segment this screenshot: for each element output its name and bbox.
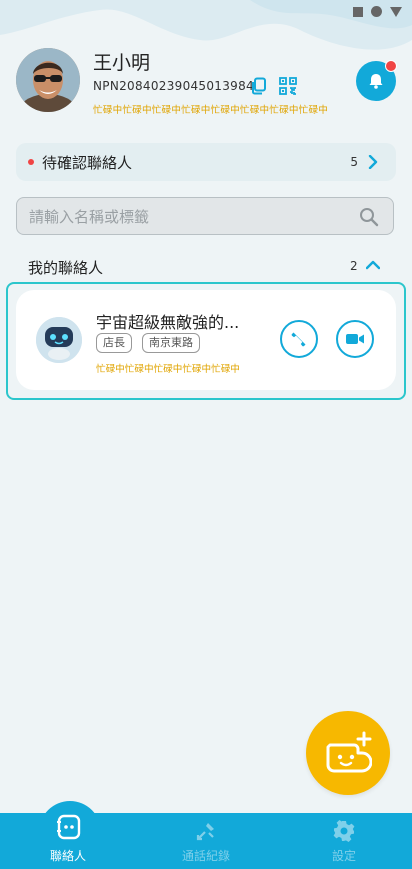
tab-settings[interactable]: 設定 [304, 813, 384, 869]
tab-label: 聯絡人 [49, 849, 86, 863]
tab-label: 通話紀錄 [181, 849, 230, 863]
gear-icon [333, 820, 355, 842]
chevron-up-icon[interactable] [366, 260, 380, 270]
status-bar [353, 6, 402, 17]
search-bar [16, 197, 394, 236]
user-name: 王小明 [93, 52, 151, 74]
tab-call-log[interactable]: 通話紀錄 [166, 813, 246, 869]
pending-contacts-label: 待確認聯絡人 [42, 153, 133, 172]
user-id: NPN20840239045013984 [93, 79, 254, 93]
triangle-icon [390, 6, 402, 17]
my-contacts-count: 2 [350, 259, 358, 273]
notification-button[interactable] [356, 60, 397, 101]
user-status-text: 忙碌中忙碌中忙碌中忙碌中忙碌中忙碌中忙碌中忙碌中 [93, 105, 329, 116]
contact-avatar [36, 317, 82, 363]
qr-code-icon[interactable] [279, 77, 297, 95]
square-icon [353, 6, 363, 17]
bell-icon [369, 74, 383, 89]
add-friend-face-icon [326, 731, 372, 773]
contact-tag: 店長 [96, 333, 132, 353]
my-contacts-title: 我的聯絡人 [28, 259, 104, 277]
red-dot-indicator [28, 159, 34, 165]
copy-icon[interactable] [250, 77, 268, 95]
search-icon[interactable] [359, 207, 379, 227]
contact-name: 宇宙超級無敵強的... [96, 313, 240, 332]
circle-icon [371, 6, 382, 17]
pending-contacts-count: 5 [350, 155, 358, 169]
video-call-button[interactable] [336, 320, 374, 358]
contact-card[interactable]: 宇宙超級無敵強的... 店長 南京東路 忙碌中忙碌中忙碌中忙碌中忙碌中 [16, 290, 396, 390]
tab-label: 設定 [331, 849, 356, 863]
chevron-right-icon [368, 155, 378, 169]
notification-badge [385, 60, 397, 72]
contact-tag: 南京東路 [142, 333, 200, 353]
call-log-icon [196, 823, 214, 841]
contacts-icon [57, 814, 81, 840]
contact-status-text: 忙碌中忙碌中忙碌中忙碌中忙碌中 [96, 364, 240, 375]
phone-icon [291, 332, 306, 347]
user-avatar[interactable] [16, 48, 80, 112]
pending-contacts-row[interactable]: 待確認聯絡人 5 [16, 143, 396, 181]
tab-contacts[interactable]: 聯絡人 [28, 813, 108, 869]
voice-call-button[interactable] [280, 320, 318, 358]
video-camera-icon [346, 334, 364, 344]
add-contact-button[interactable] [306, 711, 390, 795]
search-input[interactable] [27, 198, 351, 236]
